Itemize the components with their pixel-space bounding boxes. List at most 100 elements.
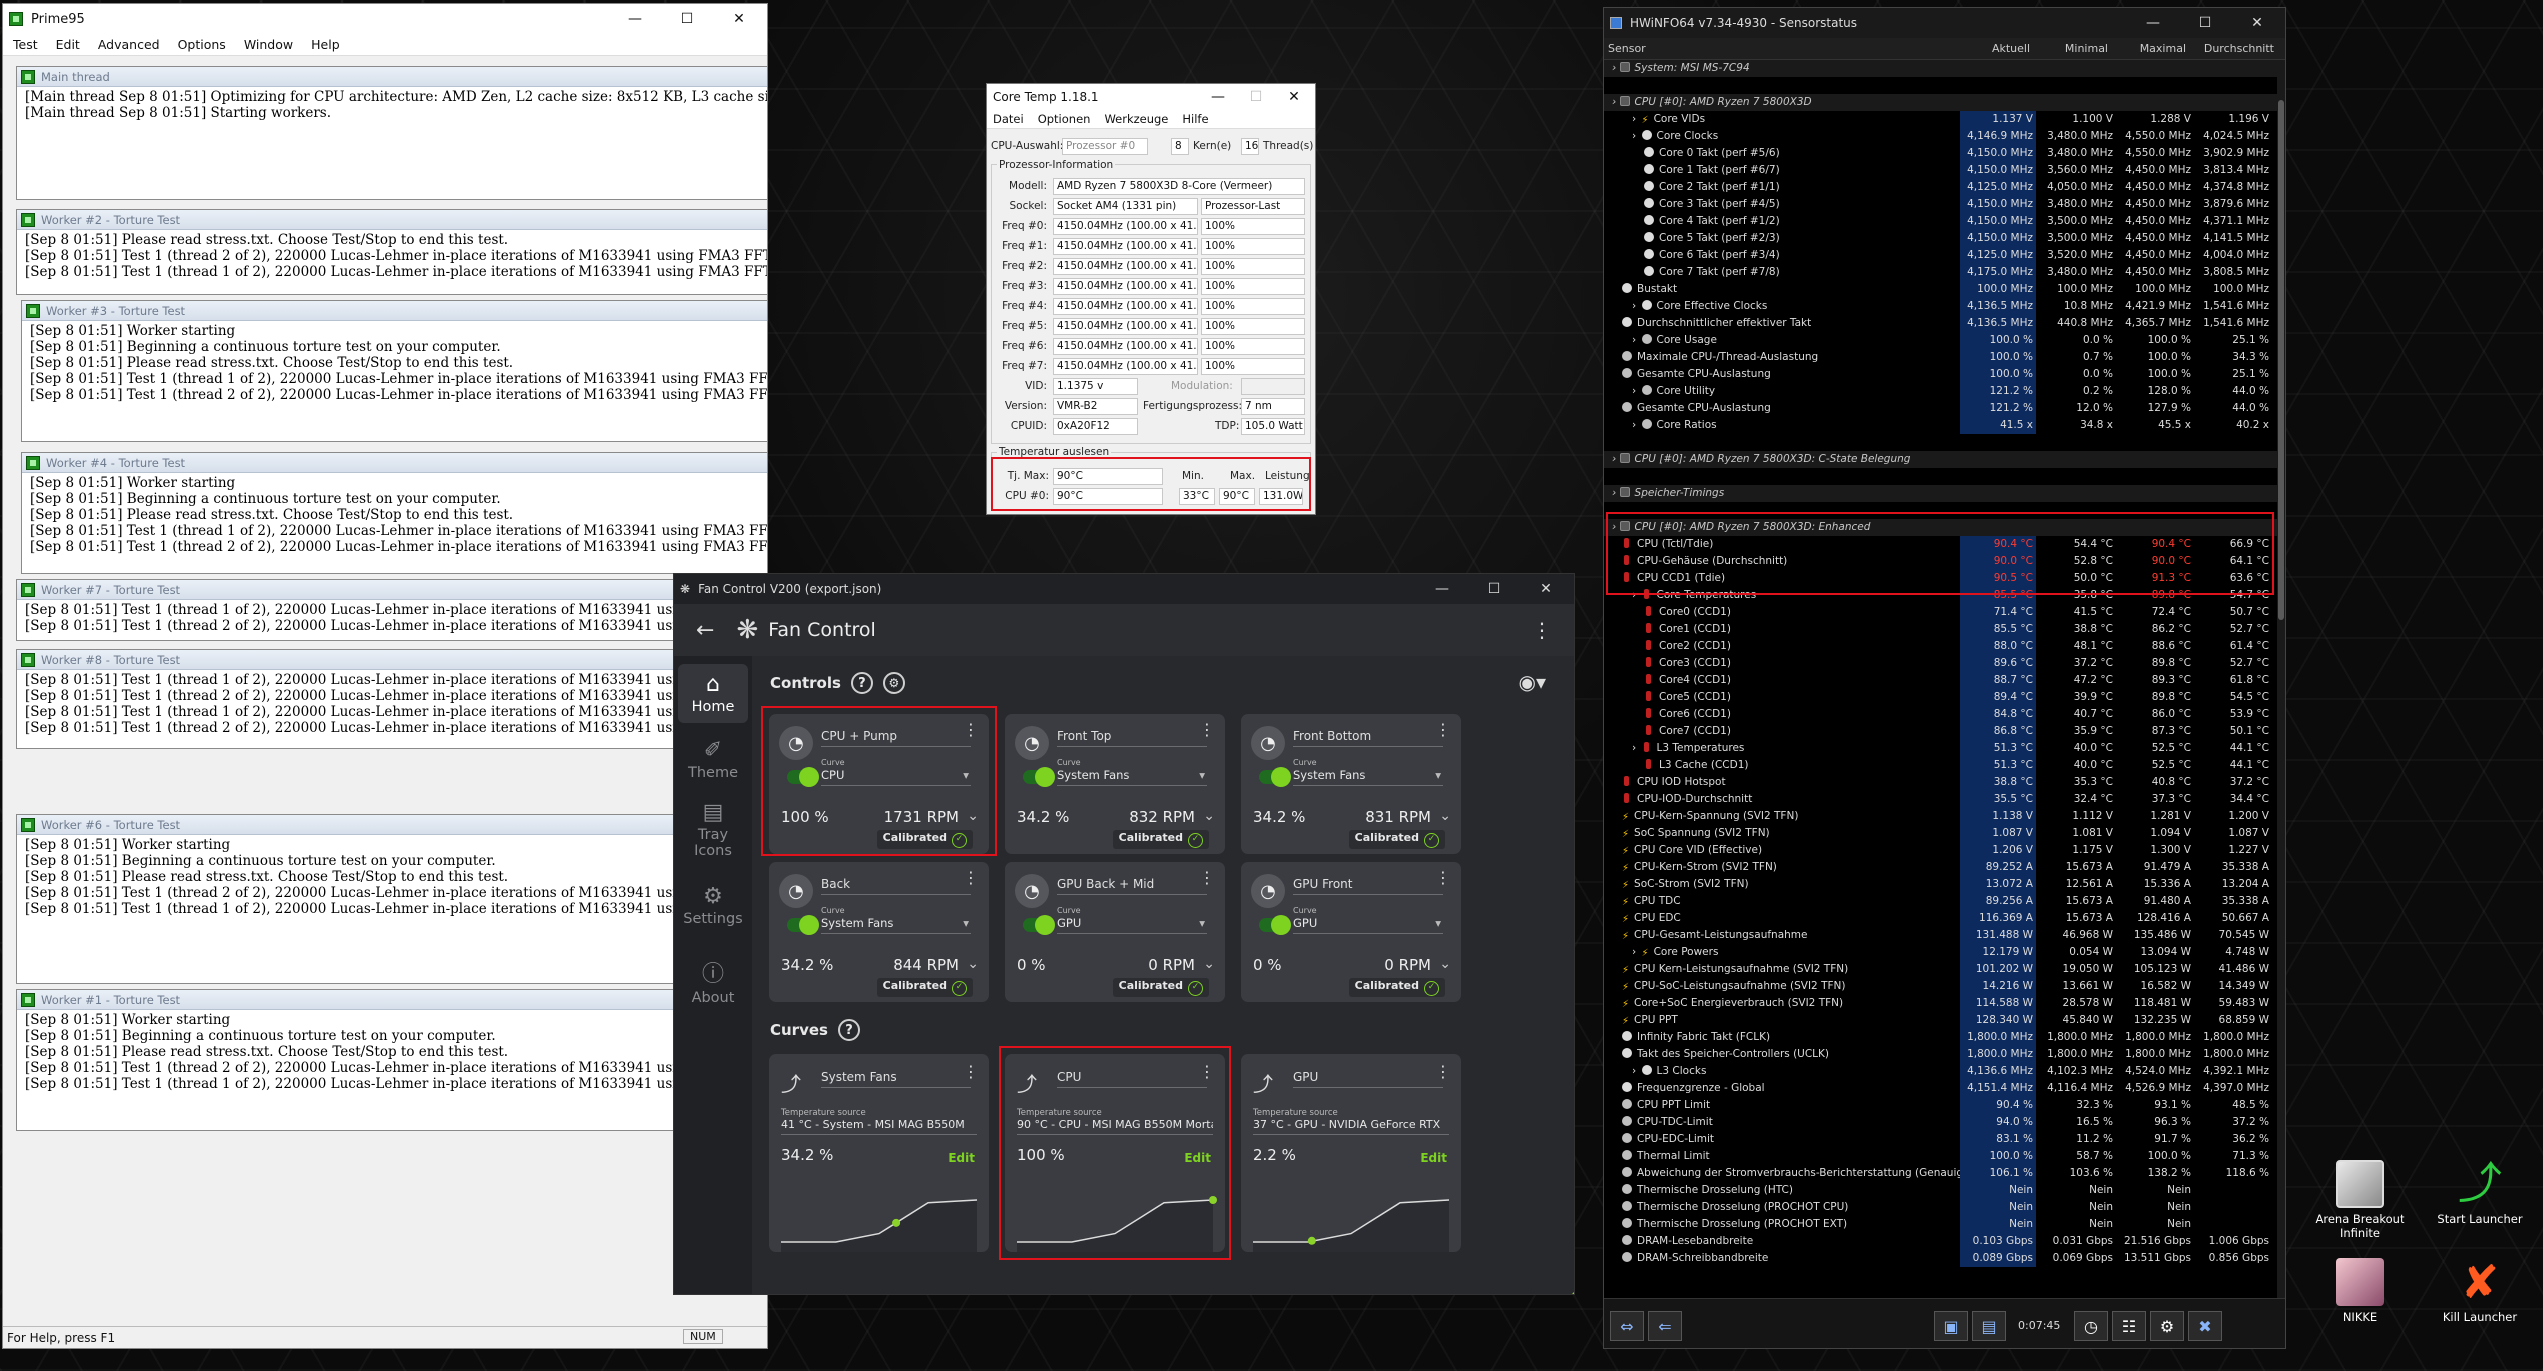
sensor-row[interactable]: ⚡ CPU-Kern-Spannung (SVI2 TFN) 1.138 V 1.11… bbox=[1604, 808, 2284, 825]
sensor-row[interactable]: › Core Usage 100.0 % 0.0 % 100.0 % 25.1 % bbox=[1604, 332, 2284, 349]
worker-window[interactable]: Worker #7 - Torture Test [Sep 8 01:51] Te… bbox=[16, 579, 767, 641]
col-current[interactable]: Aktuell bbox=[1956, 38, 2034, 59]
sensor-row[interactable]: Thermische Drosselung (PROCHOT EXT) Nein N… bbox=[1604, 1216, 2284, 1233]
control-card[interactable]: ◔ Front Top⋮ CurveSystem Fans 34.2 % 832 RPM… bbox=[1005, 714, 1225, 854]
col-avg[interactable]: Durchschnitt bbox=[2190, 38, 2278, 59]
sensor-group-row[interactable]: › System: MSI MS-7C94 bbox=[1604, 60, 2284, 77]
sensor-row[interactable]: Core 4 Takt (perf #1/2) 4,150.0 MHz 3,500.… bbox=[1604, 213, 2284, 230]
more-options-icon[interactable]: ⋮ bbox=[1199, 722, 1215, 738]
more-options-icon[interactable]: ⋮ bbox=[963, 870, 979, 886]
more-options-icon[interactable]: ⋮ bbox=[1199, 870, 1215, 886]
menu-werkzeuge[interactable]: Werkzeuge bbox=[1104, 112, 1168, 126]
sensor-row[interactable]: DRAM-Lesebandbreite 0.103 Gbps 0.031 Gbps 2… bbox=[1604, 1233, 2284, 1250]
sensor-row[interactable]: ⚡ CPU Core VID (Effective) 1.206 V 1.175 V 1… bbox=[1604, 842, 2284, 859]
sensor-row[interactable]: › L3 Temperatures 51.3 °C 40.0 °C 52.5 °C 44… bbox=[1604, 740, 2284, 757]
control-name[interactable]: GPU Back + Mid bbox=[1057, 877, 1207, 895]
maximize-button[interactable]: ☐ bbox=[1472, 581, 1516, 597]
menu-edit[interactable]: Edit bbox=[56, 37, 80, 52]
close-button[interactable]: ✕ bbox=[2235, 15, 2279, 31]
sensor-row[interactable]: Thermische Drosselung (HTC) Nein Nein Nein bbox=[1604, 1182, 2284, 1199]
coretemp-titlebar[interactable]: Core Temp 1.18.1 — ☐ ✕ bbox=[987, 84, 1315, 110]
settings-gear-icon[interactable]: ⚙ bbox=[2150, 1311, 2184, 1341]
expand-chevron-icon[interactable]: › bbox=[1632, 385, 1640, 397]
prime95-window[interactable]: Prime95 — ☐ ✕ Test Edit Advanced Options… bbox=[2, 3, 768, 1349]
worker-window-titlebar[interactable]: Main thread bbox=[17, 67, 767, 87]
sensor-row[interactable]: Core 2 Takt (perf #1/1) 4,125.0 MHz 4,050.… bbox=[1604, 179, 2284, 196]
sensor-row[interactable]: Frequenzgrenze - Global 4,151.4 MHz 4,116.… bbox=[1604, 1080, 2284, 1097]
curve-card[interactable]: ⤴ GPU ⋮ Temperature source 37 °C - GPU - NVI… bbox=[1241, 1054, 1461, 1252]
menu-test[interactable]: Test bbox=[13, 37, 38, 52]
sensor-row[interactable]: Bustakt 100.0 MHz 100.0 MHz 100.0 MHz 100.0 … bbox=[1604, 281, 2284, 298]
worker-window-titlebar[interactable]: Worker #8 - Torture Test bbox=[17, 650, 767, 670]
curve-card[interactable]: ⤴ System Fans ⋮ Temperature source 41 °C - S… bbox=[769, 1054, 989, 1252]
desktop-icon-kill-launcher[interactable]: ✘ Kill Launcher bbox=[2430, 1258, 2530, 1324]
sensor-row[interactable]: › Core Effective Clocks 4,136.5 MHz 10.8 M… bbox=[1604, 298, 2284, 315]
control-card[interactable]: ◔ GPU Back + Mid⋮ CurveGPU 0 % 0 RPM ⌄ Calibra… bbox=[1005, 862, 1225, 1002]
expand-chevron-icon[interactable]: › bbox=[1612, 487, 1620, 499]
sensor-row[interactable]: Gesamte CPU-Auslastung 100.0 % 0.0 % 100.0 … bbox=[1604, 366, 2284, 383]
sensor-row[interactable]: CPU-IOD-Durchschnitt 35.5 °C 32.4 °C 37.3 °… bbox=[1604, 791, 2284, 808]
expand-chevron-icon[interactable]: › bbox=[1612, 96, 1620, 108]
curve-graph[interactable] bbox=[1241, 1166, 1461, 1252]
maximize-button[interactable]: ☐ bbox=[2183, 15, 2227, 31]
desktop-icon-nikke[interactable]: NIKKE bbox=[2310, 1258, 2410, 1324]
maximize-button[interactable]: ☐ bbox=[665, 11, 709, 27]
worker-window-titlebar[interactable]: Worker #4 - Torture Test bbox=[22, 453, 767, 473]
expand-chevron-icon[interactable]: › bbox=[1632, 946, 1640, 958]
back-arrow-icon[interactable]: ← bbox=[696, 618, 714, 643]
minimize-button[interactable]: — bbox=[1203, 89, 1233, 105]
close-button[interactable]: ✕ bbox=[717, 11, 761, 27]
worker-window[interactable]: Worker #8 - Torture Test [Sep 8 01:51] Te… bbox=[16, 649, 767, 749]
more-options-icon[interactable]: ⋮ bbox=[1435, 870, 1451, 886]
expand-chevron-icon[interactable]: › bbox=[1632, 113, 1640, 125]
menu-help[interactable]: Help bbox=[311, 37, 340, 52]
sensor-row[interactable]: CPU-EDC-Limit 83.1 % 11.2 % 91.7 % 36.2 % bbox=[1604, 1131, 2284, 1148]
sensor-row[interactable]: Core 6 Takt (perf #3/4) 4,125.0 MHz 3,520.… bbox=[1604, 247, 2284, 264]
control-name[interactable]: Front Bottom bbox=[1293, 729, 1443, 747]
nav-left-right-icon[interactable]: ⇔ bbox=[1610, 1311, 1644, 1341]
temp-source-dropdown[interactable]: 37 °C - GPU - NVIDIA GeForce RTX bbox=[1253, 1118, 1449, 1135]
sensor-row[interactable]: ⚡ CPU-Kern-Strom (SVI2 TFN) 89.252 A 15.673… bbox=[1604, 859, 2284, 876]
sensor-row[interactable]: Core 7 Takt (perf #7/8) 4,175.0 MHz 3,480.… bbox=[1604, 264, 2284, 281]
sensor-row[interactable]: › ⚡ Core Powers 12.179 W 0.054 W 13.094 W 4.7… bbox=[1604, 944, 2284, 961]
sensor-row[interactable]: Core4 (CCD1) 88.7 °C 47.2 °C 89.3 °C 61.8 °C bbox=[1604, 672, 2284, 689]
worker-window[interactable]: Worker #1 - Torture Test [Sep 8 01:51] Wo… bbox=[16, 989, 767, 1131]
clock-icon[interactable]: ◷ bbox=[2074, 1311, 2108, 1341]
close-button[interactable]: ✕ bbox=[1279, 89, 1309, 105]
control-toggle[interactable] bbox=[1259, 767, 1291, 787]
curve-graph[interactable] bbox=[769, 1166, 989, 1252]
worker-window[interactable]: Worker #4 - Torture Test [Sep 8 01:51] Wo… bbox=[21, 452, 767, 574]
sensor-group-row[interactable]: › CPU [#0]: AMD Ryzen 7 5800X3D: C-State… bbox=[1604, 451, 2284, 468]
sensor-row[interactable]: › Core Utility 121.2 % 0.2 % 128.0 % 44.0 % bbox=[1604, 383, 2284, 400]
worker-window[interactable]: Worker #6 - Torture Test [Sep 8 01:51] Wo… bbox=[16, 814, 767, 984]
menu-options[interactable]: Options bbox=[178, 37, 226, 52]
expand-chevron-icon[interactable]: › bbox=[1612, 453, 1620, 465]
sensor-row[interactable]: Gesamte CPU-Auslastung 121.2 % 12.0 % 127.9… bbox=[1604, 400, 2284, 417]
sensor-row[interactable]: Core1 (CCD1) 85.5 °C 38.8 °C 86.2 °C 52.7 °C bbox=[1604, 621, 2284, 638]
sensor-row[interactable]: Core2 (CCD1) 88.0 °C 48.1 °C 88.6 °C 61.4 °C bbox=[1604, 638, 2284, 655]
monitor-icon[interactable]: ▤ bbox=[1972, 1311, 2006, 1341]
hwinfo-window[interactable]: HWiNFO64 v7.34-4930 - Sensorstatus — ☐ ✕… bbox=[1603, 7, 2286, 1349]
expand-chevron-icon[interactable]: › bbox=[1632, 742, 1640, 754]
sensor-row[interactable]: Abweichung der Stromverbrauchs-Berichter… bbox=[1604, 1165, 2284, 1182]
visibility-eye-icon[interactable]: ◉▾ bbox=[1519, 670, 1547, 694]
control-toggle[interactable] bbox=[1023, 915, 1055, 935]
wrench-icon[interactable]: ⚙ bbox=[882, 672, 905, 694]
sensor-row[interactable]: Core5 (CCD1) 89.4 °C 39.9 °C 89.8 °C 54.5 °C bbox=[1604, 689, 2284, 706]
nav-theme[interactable]: ✐ Theme bbox=[678, 730, 748, 789]
chevron-down-icon[interactable]: ⌄ bbox=[967, 956, 979, 972]
sensor-row[interactable]: Core6 (CCD1) 84.8 °C 40.7 °C 86.0 °C 53.9 °C bbox=[1604, 706, 2284, 723]
expand-chevron-icon[interactable]: › bbox=[1632, 300, 1640, 312]
sensor-row[interactable]: › L3 Clocks 4,136.6 MHz 4,102.3 MHz 4,524.0… bbox=[1604, 1063, 2284, 1080]
sensor-row[interactable]: L3 Cache (CCD1) 51.3 °C 40.0 °C 52.5 °C 44.1… bbox=[1604, 757, 2284, 774]
more-options-icon[interactable]: ⋮ bbox=[1435, 1064, 1451, 1080]
sensor-row[interactable]: › ⚡ Core VIDs 1.137 V 1.100 V 1.288 V 1.196 V bbox=[1604, 111, 2284, 128]
col-max[interactable]: Maximal bbox=[2112, 38, 2190, 59]
worker-window[interactable]: Main thread [Main thread Sep 8 01:51] Opt… bbox=[16, 66, 767, 200]
menu-datei[interactable]: Datei bbox=[993, 112, 1024, 126]
sensor-row[interactable]: Core 0 Takt (perf #5/6) 4,150.0 MHz 3,480.… bbox=[1604, 145, 2284, 162]
control-card[interactable]: ◔ Back⋮ CurveSystem Fans 34.2 % 844 RPM ⌄ Cali… bbox=[769, 862, 989, 1002]
curve-dropdown[interactable]: GPU bbox=[1293, 916, 1443, 934]
control-name[interactable]: Back bbox=[821, 877, 971, 895]
curve-dropdown[interactable]: GPU bbox=[1057, 916, 1207, 934]
